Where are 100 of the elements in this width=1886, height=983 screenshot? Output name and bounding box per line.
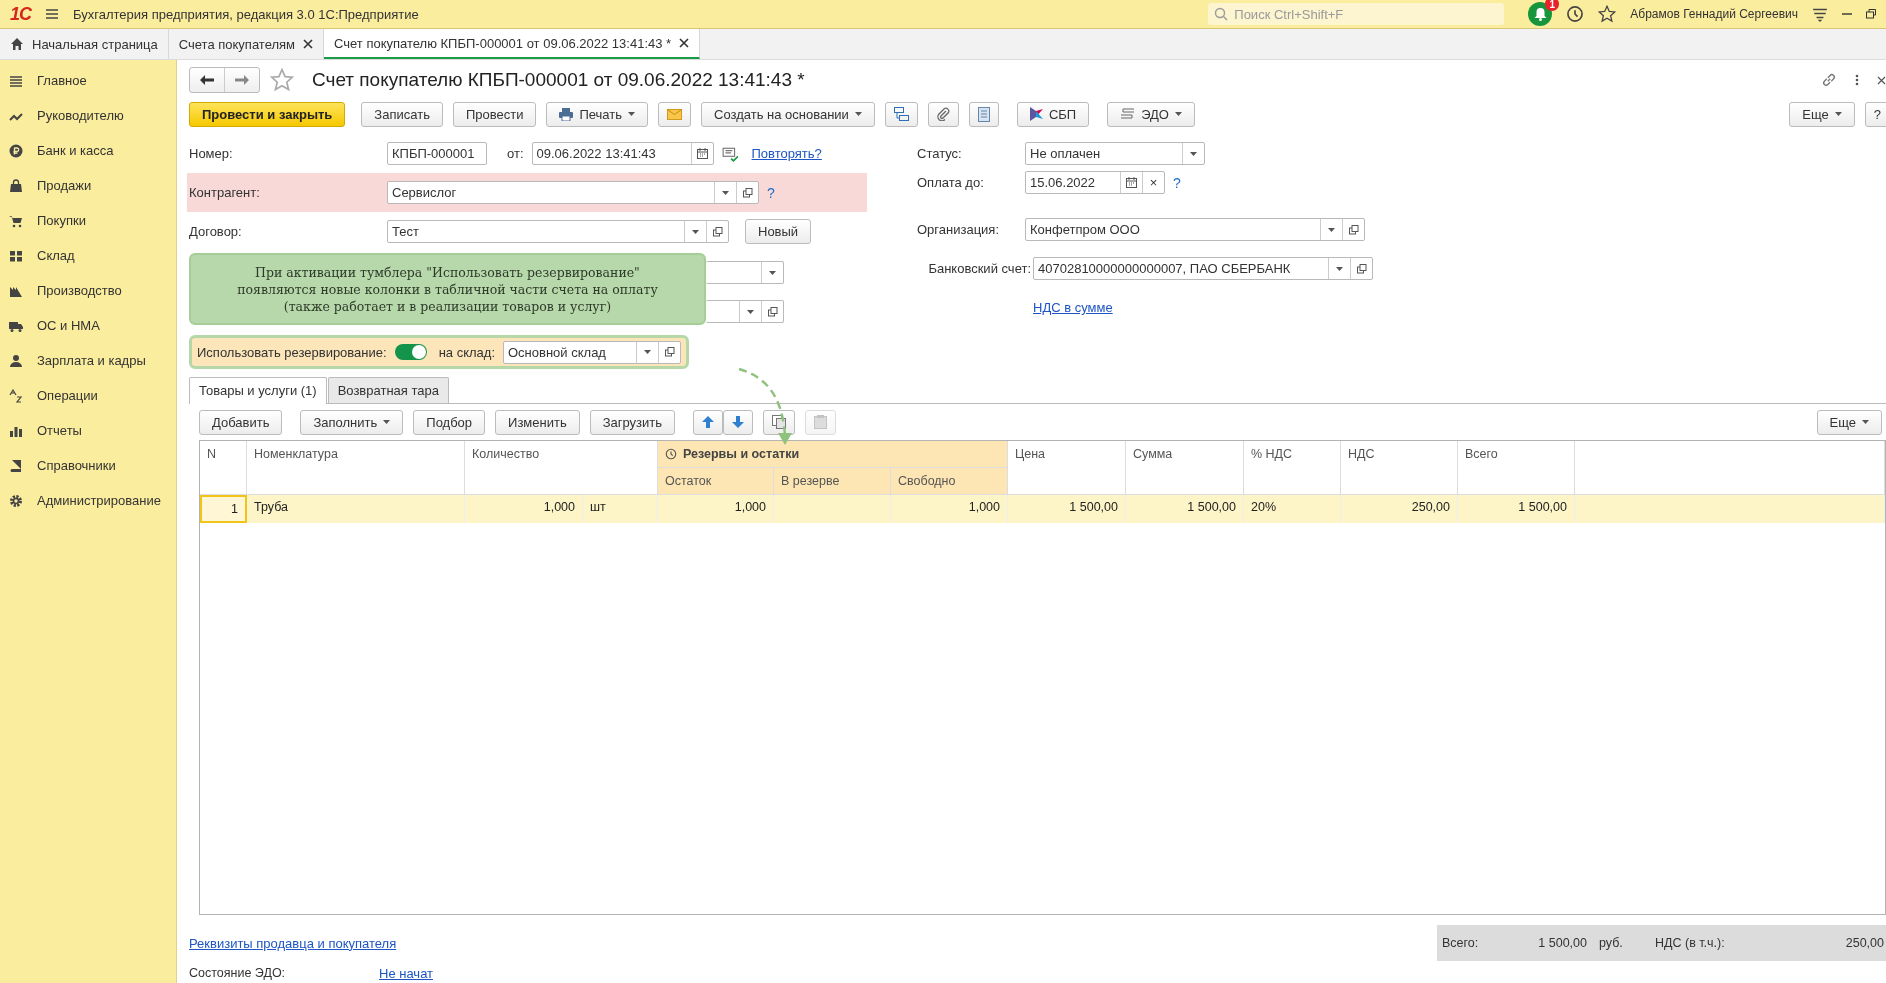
clear-button[interactable]: × bbox=[1142, 172, 1164, 193]
table-cell: 1 500,00 bbox=[1126, 495, 1244, 523]
sidebar-item[interactable]: Склад bbox=[37, 248, 75, 263]
table-cell: 20% bbox=[1244, 495, 1341, 523]
open-icon bbox=[1356, 263, 1367, 274]
help-mark[interactable]: ? bbox=[1173, 174, 1181, 191]
close-icon bbox=[1877, 75, 1886, 85]
help-mark[interactable]: ? bbox=[767, 184, 775, 201]
move-up-button[interactable] bbox=[693, 409, 724, 435]
contract-field[interactable]: Тест bbox=[387, 220, 729, 243]
sidebar-item[interactable]: Покупки bbox=[37, 213, 86, 228]
history-icon bbox=[1566, 5, 1585, 23]
arrow-right-icon bbox=[235, 75, 249, 85]
search-field[interactable]: Поиск Ctrl+Shift+F bbox=[1208, 3, 1505, 25]
more-button[interactable]: Еще bbox=[1816, 409, 1882, 435]
sidebar-item[interactable]: Отчеты bbox=[37, 423, 82, 438]
sidebar-item[interactable]: Справочники bbox=[37, 458, 116, 473]
caret-icon bbox=[628, 112, 635, 116]
sidebar-item[interactable]: Банк и касса bbox=[37, 143, 114, 158]
vat-value: 250,00 bbox=[1845, 936, 1885, 950]
open-icon bbox=[767, 306, 778, 317]
toolbar-button[interactable]: Провести bbox=[452, 101, 537, 127]
home-icon bbox=[10, 37, 24, 51]
status-field[interactable]: Не оплачен bbox=[1025, 142, 1205, 165]
caret-icon bbox=[383, 420, 391, 424]
table-button[interactable]: Загрузить bbox=[589, 409, 676, 435]
table-button[interactable]: Изменить bbox=[495, 409, 580, 435]
user-name[interactable]: Абрамов Геннадий Сергеевич bbox=[1630, 7, 1798, 21]
copy-button[interactable] bbox=[763, 409, 796, 435]
more-button[interactable]: Еще bbox=[1789, 101, 1855, 127]
sidebar-item[interactable]: Зарплата и кадры bbox=[37, 353, 146, 368]
warehouse-field[interactable]: Основной склад bbox=[503, 340, 681, 364]
date-field[interactable]: 09.06.2022 13:41:43 bbox=[531, 142, 714, 165]
section-tab[interactable]: Возвратная тара bbox=[327, 377, 449, 403]
new-button[interactable]: Новый bbox=[745, 219, 812, 244]
field-label: от: bbox=[507, 146, 524, 161]
vat-link[interactable]: НДС в сумме bbox=[1033, 300, 1113, 315]
table-cell: 1 bbox=[200, 495, 247, 523]
fill-button[interactable]: Заполнить bbox=[300, 409, 404, 435]
bank-account-field[interactable]: 40702810000000000007, ПАО СБЕРБАНК bbox=[1033, 257, 1373, 280]
list-button[interactable] bbox=[968, 101, 999, 127]
table-cell: 1,000 bbox=[658, 495, 774, 523]
vat-label: НДС (в т.ч.): bbox=[1655, 936, 1725, 950]
attach-button[interactable] bbox=[927, 101, 959, 127]
menu-icon bbox=[1812, 6, 1828, 22]
help-button[interactable]: ? bbox=[1864, 101, 1886, 127]
date-field[interactable]: 15.06.2022 × bbox=[1025, 171, 1165, 194]
column-header: В резерве bbox=[774, 468, 891, 495]
copy-icon bbox=[772, 415, 787, 429]
field-label: Договор: bbox=[189, 224, 243, 239]
close-icon bbox=[303, 39, 314, 49]
details-link[interactable]: Реквизиты продавца и покупателя bbox=[189, 935, 397, 951]
window-tab[interactable]: Счет покупателю КПБП-000001 от 09.06.2022 13:41:43 * bbox=[324, 29, 701, 59]
caret-icon bbox=[747, 309, 754, 314]
edo-status-link[interactable]: Не начат bbox=[379, 965, 434, 981]
move-down-button[interactable] bbox=[723, 409, 754, 435]
calendar-icon bbox=[1126, 177, 1137, 188]
repeat-link[interactable]: Повторять? bbox=[751, 146, 822, 161]
sidebar-item[interactable]: Главное bbox=[37, 73, 87, 88]
input-field[interactable] bbox=[706, 261, 784, 284]
caret-icon bbox=[1328, 227, 1335, 232]
bell-icon bbox=[1533, 7, 1547, 21]
field-label: Использовать резервирование: bbox=[197, 344, 387, 360]
structure-button[interactable] bbox=[884, 101, 918, 127]
open-icon bbox=[664, 347, 675, 357]
field-label: Организация: bbox=[917, 222, 1001, 237]
toolbar-button[interactable]: Записать bbox=[361, 101, 443, 127]
field-label: Банковский счет: bbox=[927, 261, 1032, 276]
table-button[interactable]: Подбор bbox=[413, 409, 486, 435]
print-button[interactable]: Печать bbox=[546, 101, 648, 127]
table-cell: 1,000 bbox=[465, 495, 583, 523]
gear-icon bbox=[9, 493, 23, 508]
mail-button[interactable] bbox=[658, 101, 691, 127]
sidebar-item[interactable]: Администрирование bbox=[37, 493, 161, 508]
app-title: Бухгалтерия предприятия, редакция 3.0 1С:Предприятие bbox=[73, 6, 419, 22]
input-field[interactable] bbox=[706, 300, 784, 323]
edo-button[interactable]: ЭДО bbox=[1107, 101, 1195, 127]
field-label: Оплата до: bbox=[917, 175, 985, 190]
sbp-button[interactable]: СБП bbox=[1016, 101, 1090, 127]
create-based-on-button[interactable]: Создать на основании bbox=[701, 101, 875, 127]
more-icon bbox=[1855, 74, 1859, 86]
section-tab[interactable]: Товары и услуги (1) bbox=[189, 377, 327, 404]
grid-icon bbox=[9, 248, 23, 263]
app-logo: 1С bbox=[10, 3, 31, 25]
notifications-button[interactable] bbox=[1528, 2, 1553, 26]
sidebar-item[interactable]: Производство bbox=[37, 283, 122, 298]
field-label: на склад: bbox=[438, 344, 495, 360]
post-and-close-button[interactable]: Провести и закрыть bbox=[189, 101, 346, 127]
organization-field[interactable]: Конфетпром ООО bbox=[1025, 218, 1365, 241]
caret-icon bbox=[1862, 420, 1869, 424]
sidebar-item[interactable]: ОС и НМА bbox=[37, 318, 100, 333]
sidebar-item[interactable]: Руководителю bbox=[37, 108, 124, 123]
bag-icon bbox=[9, 178, 23, 193]
table-button[interactable]: Добавить bbox=[199, 409, 283, 435]
sidebar-item[interactable]: Операции bbox=[37, 388, 98, 403]
sidebar-item[interactable]: Продажи bbox=[37, 178, 92, 193]
number-field[interactable]: КПБП-000001 bbox=[387, 142, 487, 165]
document-title: Счет покупателю КПБП-000001 от 09.06.2022 13:41:43 * bbox=[312, 69, 805, 91]
reservation-toggle[interactable] bbox=[394, 344, 427, 360]
counterparty-field[interactable]: Сервислог bbox=[387, 181, 759, 204]
